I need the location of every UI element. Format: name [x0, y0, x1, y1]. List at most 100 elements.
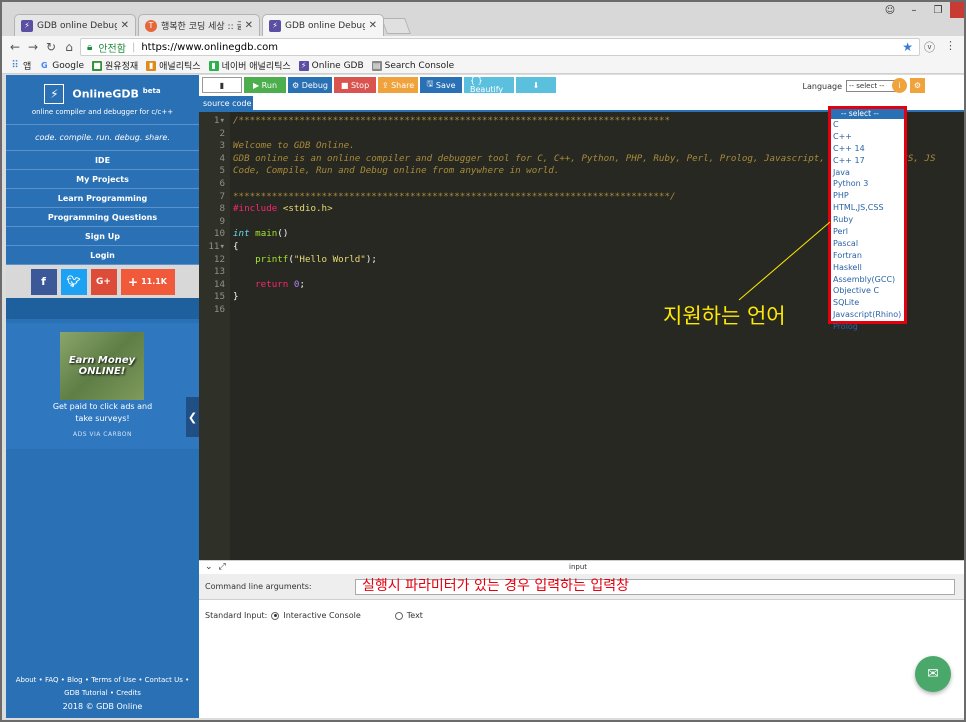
line-number: 4: [219, 152, 225, 164]
tab-gdb-1[interactable]: ⚡ GDB online Debugger | ✕: [14, 14, 136, 36]
bookmark-5[interactable]: ▮ 네이버 애널리틱스: [208, 59, 291, 72]
language-option[interactable]: Objective C: [831, 285, 904, 297]
bookmark-star-icon[interactable]: ★: [902, 40, 913, 54]
language-option[interactable]: C++ 14: [831, 143, 904, 155]
close-icon[interactable]: ✕: [369, 20, 377, 31]
expand-icon[interactable]: ⤢: [219, 562, 226, 572]
footer-links-2[interactable]: GDB Tutorial • Credits: [6, 687, 199, 700]
bookmark-7[interactable]: ▤ Search Console: [371, 60, 454, 71]
share-button[interactable]: ⇪ Share: [378, 77, 418, 93]
line-number: 7: [219, 190, 225, 202]
ad-image[interactable]: Earn Money ONLINE!: [60, 332, 144, 400]
footer-links[interactable]: About • FAQ • Blog • Terms of Use • Cont…: [6, 674, 199, 687]
twitter-icon[interactable]: 🐦︎: [60, 268, 87, 295]
bolt-icon: ⚡: [298, 60, 309, 71]
ad-via[interactable]: ADS VIA CARBON: [6, 431, 199, 438]
bookmark-apps[interactable]: ⠿ 앱: [10, 59, 31, 72]
tab-gdb-2[interactable]: ⚡ GDB online Debugger | ✕: [262, 14, 384, 36]
brand: ⚡ OnlineGDB beta online compiler and deb…: [6, 75, 199, 125]
interactive-console-radio[interactable]: [271, 611, 280, 620]
home-icon[interactable]: ⌂: [60, 40, 78, 54]
new-file-button[interactable]: ▮: [202, 77, 242, 93]
stop-button[interactable]: ■ Stop: [334, 77, 376, 93]
debug-button[interactable]: ⚙ Debug: [288, 77, 332, 93]
run-button[interactable]: ▶ Run: [244, 77, 286, 93]
stop-label: Stop: [350, 80, 370, 90]
menu-icon[interactable]: ⋮: [945, 39, 956, 55]
reload-icon[interactable]: ↻: [42, 40, 60, 54]
settings-gear-icon[interactable]: ⚙: [910, 78, 925, 93]
line-number: 10: [213, 228, 225, 240]
language-option[interactable]: Python 3: [831, 178, 904, 190]
profile-icon[interactable]: ☺: [878, 2, 902, 18]
tab-title: GDB online Debugger |: [37, 20, 117, 31]
feedback-mail-button[interactable]: ✉: [915, 656, 951, 692]
url-input[interactable]: 🔒︎ 안전함 | https://www.onlinegdb.com ★: [80, 38, 920, 56]
language-option[interactable]: Haskell: [831, 262, 904, 274]
bookmark-3[interactable]: ■ 원유정재: [92, 59, 138, 72]
url-text: https://www.onlinegdb.com: [141, 41, 279, 53]
language-option[interactable]: C++: [831, 131, 904, 143]
stop-icon: ■: [340, 80, 351, 90]
bookmark-6[interactable]: ⚡ Online GDB: [298, 60, 364, 71]
window-close-icon[interactable]: ✕: [950, 2, 964, 18]
input-panel-header: ⌄ ⤢ input: [199, 561, 964, 573]
ad-text[interactable]: Get paid to click ads and take surveys!: [6, 401, 199, 425]
language-option[interactable]: C: [831, 119, 904, 131]
language-option[interactable]: Java: [831, 167, 904, 179]
collapse-sidebar-icon[interactable]: ❮: [186, 397, 199, 437]
share-count-button[interactable]: +11.1K: [120, 268, 175, 295]
carbon-ad[interactable]: Earn Money ONLINE! Get paid to click ads…: [6, 323, 199, 449]
bookmark-google[interactable]: G Google: [39, 61, 84, 71]
language-option[interactable]: Fortran: [831, 250, 904, 262]
maximize-icon[interactable]: ❐: [926, 2, 950, 18]
language-option[interactable]: Prolog: [831, 321, 904, 333]
tab-source-code[interactable]: source code: [199, 96, 253, 110]
facebook-icon[interactable]: f: [30, 268, 57, 295]
tab-blog[interactable]: T 행복한 코딩 세상 :: 글쓰 ✕: [138, 14, 260, 36]
language-option[interactable]: SQLite: [831, 297, 904, 309]
language-option[interactable]: C++ 17: [831, 155, 904, 167]
nav-login[interactable]: Login: [6, 246, 199, 265]
chevron-down-icon[interactable]: ⌄: [205, 562, 213, 572]
dropdown-header[interactable]: -- select --: [831, 109, 904, 119]
download-button[interactable]: ⬇: [516, 77, 556, 93]
bookmark-label: Google: [52, 60, 85, 71]
ad-text-line2: take surveys!: [75, 414, 130, 423]
close-icon[interactable]: ✕: [245, 20, 253, 31]
extension-icon[interactable]: ⓥ: [924, 39, 935, 55]
info-icon[interactable]: i: [892, 78, 907, 93]
minimize-icon[interactable]: –: [902, 2, 926, 18]
language-option[interactable]: Javascript(Rhino): [831, 309, 904, 321]
secure-label: 안전함: [98, 43, 126, 55]
save-button[interactable]: 🖫︎ Save: [420, 77, 462, 93]
nav-my-projects[interactable]: My Projects: [6, 170, 199, 189]
text-radio[interactable]: [394, 611, 403, 620]
back-icon[interactable]: ←: [6, 40, 24, 54]
language-option[interactable]: Ruby: [831, 214, 904, 226]
close-icon[interactable]: ✕: [121, 20, 129, 31]
google-icon: G: [40, 61, 48, 70]
google-plus-icon[interactable]: G+: [90, 268, 117, 295]
language-option[interactable]: Assembly(GCC): [831, 274, 904, 286]
line-text: return 0;: [255, 278, 305, 290]
nav-ide[interactable]: IDE: [6, 151, 199, 170]
language-option[interactable]: PHP: [831, 190, 904, 202]
text-label[interactable]: Text: [407, 611, 423, 620]
brand-beta: beta: [142, 86, 161, 95]
forward-icon[interactable]: →: [24, 40, 42, 54]
bookmark-4[interactable]: ▮ 애널리틱스: [146, 59, 201, 72]
interactive-console-label[interactable]: Interactive Console: [283, 611, 360, 620]
language-dropdown[interactable]: -- select -- C C++ C++ 14 C++ 17 Java Python …: [828, 106, 907, 331]
nav-programming-questions[interactable]: Programming Questions: [6, 208, 199, 227]
nav-learn-programming[interactable]: Learn Programming: [6, 189, 199, 208]
language-option[interactable]: Pascal: [831, 238, 904, 250]
language-option[interactable]: HTML,JS,CSS: [831, 202, 904, 214]
beautify-button[interactable]: { } Beautify: [464, 76, 514, 94]
ad-strip: [6, 298, 199, 319]
brand-name[interactable]: OnlineGDB beta: [72, 87, 160, 101]
new-tab-button[interactable]: [381, 18, 411, 34]
language-option[interactable]: Perl: [831, 226, 904, 238]
nav-sign-up[interactable]: Sign Up: [6, 227, 199, 246]
search-console-icon: ▤: [371, 60, 382, 71]
